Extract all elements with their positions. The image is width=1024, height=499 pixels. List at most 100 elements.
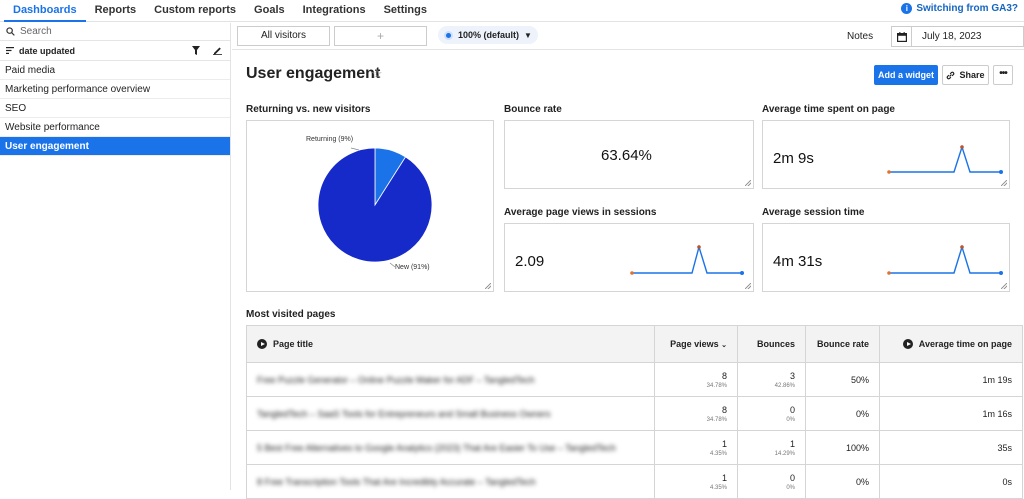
notes-button[interactable]: Notes	[847, 31, 873, 42]
sidebar-item-user-engagement[interactable]: User engagement	[0, 137, 230, 156]
row-bounce-rate: 0%	[805, 464, 880, 499]
col-page-views[interactable]: Page views ⌄	[654, 325, 738, 363]
row-page-title[interactable]: 8 Free Transcription Tools That Are Incr…	[246, 464, 655, 499]
nav-settings[interactable]: Settings	[375, 0, 436, 22]
row-avg-time: 1m 16s	[879, 396, 1023, 431]
col-page-views-label: Page views	[670, 339, 719, 349]
switching-label: Switching from GA3?	[916, 3, 1018, 14]
resize-handle[interactable]	[1001, 180, 1007, 186]
nav-reports[interactable]: Reports	[86, 0, 146, 22]
add-widget-button[interactable]: Add a widget	[874, 65, 938, 85]
row-bounce-rate: 50%	[805, 362, 880, 397]
more-options-button[interactable]: •••	[993, 65, 1013, 85]
chevron-down-icon: ▼	[524, 30, 532, 40]
sidebar-item-paid-media[interactable]: Paid media	[0, 61, 230, 80]
widget-avg-views: 2.09	[504, 223, 754, 292]
table-title: Most visited pages	[246, 309, 336, 320]
nav-custom-reports[interactable]: Custom reports	[145, 0, 245, 22]
pie-slice-new[interactable]	[317, 147, 433, 263]
search-icon	[6, 27, 15, 36]
sparkline	[887, 144, 1003, 174]
resize-handle[interactable]	[1001, 283, 1007, 289]
row-page-title[interactable]: Free Puzzle Generator – Online Puzzle Ma…	[246, 362, 655, 397]
share-button[interactable]: Share	[942, 65, 989, 85]
sort-bar[interactable]: date updated	[0, 41, 230, 61]
col-page-title[interactable]: Page title	[246, 325, 655, 363]
widget-returning-label: Returning vs. new visitors	[246, 104, 371, 115]
link-icon	[947, 71, 955, 79]
calendar-icon	[892, 27, 912, 46]
table-row[interactable]: 8 Free Transcription Tools That Are Incr…	[246, 464, 1023, 499]
widget-bounce: 63.64%	[504, 120, 754, 189]
row-page-views: 8 34.78%	[654, 362, 738, 397]
widget-avg-session-label: Average session time	[762, 207, 865, 218]
sparkline	[887, 244, 1003, 275]
sidebar: Search date updated Paid media Marketing…	[0, 23, 231, 490]
add-segment-button[interactable]: +	[334, 26, 427, 46]
sampling-dot-icon	[444, 30, 453, 40]
toolbar: All visitors + 100% (default) ▼ Notes Ju…	[232, 23, 1024, 50]
sampling-dropdown[interactable]: 100% (default) ▼	[438, 26, 538, 44]
widget-avg-time-page-label: Average time spent on page	[762, 104, 895, 115]
table-row[interactable]: 5 Best Free Alternatives to Google Analy…	[246, 430, 1023, 465]
sampling-label: 100% (default)	[458, 30, 520, 40]
row-avg-time: 1m 19s	[879, 362, 1023, 397]
row-bounces: 3 42.86%	[737, 362, 806, 397]
page-title: User engagement	[246, 65, 381, 82]
favorite-star-icon[interactable]: ☆	[371, 66, 383, 82]
sparkline	[630, 244, 744, 275]
row-avg-time: 35s	[879, 430, 1023, 465]
row-page-views: 8 34.78%	[654, 396, 738, 431]
sidebar-item-website-performance[interactable]: Website performance	[0, 118, 230, 137]
row-bounces: 0 0%	[737, 396, 806, 431]
widget-bounce-label: Bounce rate	[504, 104, 562, 115]
row-avg-time: 0s	[879, 464, 1023, 499]
info-icon: i	[901, 3, 913, 14]
pie-label-returning: Returning (9%)	[306, 136, 354, 143]
switching-link[interactable]: i Switching from GA3?	[901, 3, 1018, 14]
filter-icon[interactable]	[192, 46, 200, 55]
sort-desc-icon: ⌄	[721, 342, 727, 349]
search-placeholder: Search	[20, 26, 52, 37]
row-page-title[interactable]: TangledTech – SaaS Tools for Entrepreneu…	[246, 396, 655, 431]
row-bounces: 0 0%	[737, 464, 806, 499]
share-label: Share	[959, 70, 985, 80]
date-picker[interactable]: July 18, 2023	[891, 26, 1024, 47]
resize-handle[interactable]	[745, 180, 751, 186]
resize-handle[interactable]	[745, 283, 751, 289]
row-page-views: 1 4.35%	[654, 464, 738, 499]
resize-handle[interactable]	[485, 283, 491, 289]
sidebar-item-marketing-overview[interactable]: Marketing performance overview	[0, 80, 230, 99]
row-bounce-rate: 0%	[805, 396, 880, 431]
most-visited-table: Page title Page views ⌄ Bounces Bounce r…	[246, 325, 1023, 499]
row-bounce-rate: 100%	[805, 430, 880, 465]
table-row[interactable]: Free Puzzle Generator – Online Puzzle Ma…	[246, 362, 1023, 397]
row-page-views: 1 4.35%	[654, 430, 738, 465]
widget-returning: Returning (9%) New (91%)	[246, 120, 494, 292]
edit-icon[interactable]	[213, 45, 222, 55]
nav-integrations[interactable]: Integrations	[294, 0, 375, 22]
col-bounces[interactable]: Bounces	[737, 325, 806, 363]
search-input[interactable]: Search	[0, 23, 230, 41]
pie-leader-returning	[350, 147, 360, 151]
table-row[interactable]: TangledTech – SaaS Tools for Entrepreneu…	[246, 396, 1023, 431]
top-nav: Dashboards Reports Custom reports Goals …	[0, 0, 1024, 22]
widget-avg-session: 4m 31s	[762, 223, 1010, 292]
col-bounce-rate[interactable]: Bounce rate	[805, 325, 880, 363]
col-avg-time-label: Average time on page	[918, 338, 1012, 349]
col-avg-time[interactable]: Average time on page	[879, 325, 1023, 363]
widget-avg-views-label: Average page views in sessions	[504, 207, 657, 218]
table-header-row: Page title Page views ⌄ Bounces Bounce r…	[246, 325, 1023, 363]
sort-icon	[6, 47, 14, 54]
widget-avg-time-page: 2m 9s	[762, 120, 1010, 189]
sidebar-item-seo[interactable]: SEO	[0, 99, 230, 118]
play-icon	[257, 339, 267, 350]
nav-goals[interactable]: Goals	[245, 0, 294, 22]
play-icon	[902, 339, 913, 350]
row-page-title[interactable]: 5 Best Free Alternatives to Google Analy…	[246, 430, 655, 465]
nav-dashboards[interactable]: Dashboards	[4, 0, 86, 22]
segment-all-visitors[interactable]: All visitors	[237, 26, 330, 46]
pie-label-new: New (91%)	[395, 264, 430, 271]
row-bounces: 1 14.29%	[737, 430, 806, 465]
date-value: July 18, 2023	[922, 31, 982, 42]
